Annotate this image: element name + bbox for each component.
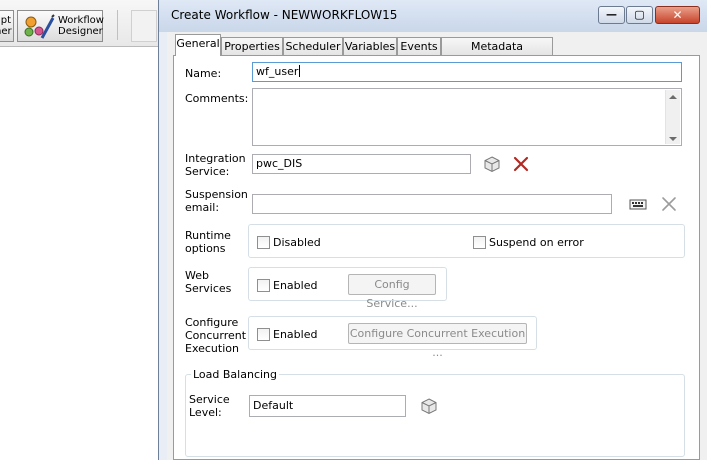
disabled-checkbox[interactable]: [257, 236, 270, 249]
name-label: Name:: [185, 67, 222, 80]
close-icon: ✕: [672, 8, 683, 22]
workflow-designer-line-2: Designer: [58, 26, 103, 37]
suspend-on-error-checkbox[interactable]: [473, 236, 486, 249]
web-services-label-line-1: Web: [185, 269, 209, 282]
background-app: pt ner Workflow Designer: [0, 0, 160, 460]
comments-scrollbar[interactable]: [665, 90, 680, 144]
cube-icon: [421, 398, 437, 415]
concurrent-label-line-2: Concurrent: [185, 329, 247, 342]
concurrent-execution-group: Enabled Configure Concurrent Execution .…: [248, 316, 537, 359]
load-balancing-label: Load Balancing: [191, 368, 279, 381]
name-input[interactable]: wf_user: [252, 62, 682, 82]
keyboard-icon: [629, 199, 647, 210]
suspension-email-input[interactable]: [252, 194, 612, 214]
concurrent-enabled-checkbox[interactable]: [257, 328, 270, 341]
runtime-options-label-line-1: Runtime: [185, 229, 231, 242]
service-level-value: Default: [253, 399, 294, 412]
tab-properties[interactable]: Properties: [221, 37, 283, 55]
create-workflow-dialog: Create Workflow - NEWWORKFLOW15 — ▢ ✕ Ge…: [158, 0, 707, 460]
background-toolbar: pt ner Workflow Designer: [0, 0, 160, 47]
dialog-titlebar[interactable]: Create Workflow - NEWWORKFLOW15 — ▢ ✕: [159, 0, 707, 32]
tab-scheduler[interactable]: Scheduler: [283, 37, 343, 55]
load-balancing-group: Load Balancing Service Level: Default: [185, 369, 685, 457]
web-services-enabled-checkbox[interactable]: [257, 279, 270, 292]
dialog-title: Create Workflow - NEWWORKFLOW15: [171, 8, 398, 22]
comments-label: Comments:: [185, 92, 249, 105]
clear-service-button[interactable]: [509, 154, 533, 174]
suspend-on-error-label: Suspend on error: [489, 236, 584, 249]
runtime-options-group: Disabled Suspend on error: [248, 224, 685, 258]
concurrent-enabled-label: Enabled: [273, 328, 318, 341]
web-services-label-line-2: Services: [185, 282, 232, 295]
workflow-designer-icon: [24, 14, 55, 39]
web-services-enabled-label: Enabled: [273, 279, 318, 292]
integration-service-label-line-2: Service:: [185, 165, 230, 178]
tab-variables[interactable]: Variables: [343, 37, 397, 55]
text-cursor: [299, 65, 301, 77]
maximize-button[interactable]: ▢: [626, 6, 653, 24]
web-services-group: Enabled Config Service...: [248, 267, 447, 310]
cube-icon: [484, 156, 500, 173]
integration-service-input[interactable]: pwc_DIS: [252, 154, 471, 174]
service-level-label-line-2: Level:: [189, 406, 222, 419]
dialog-client-area: General Properties Scheduler Variables E…: [167, 32, 707, 460]
tab-events[interactable]: Events: [397, 37, 441, 55]
close-button[interactable]: ✕: [655, 6, 700, 24]
toolbar-partial-button[interactable]: pt ner: [0, 10, 14, 42]
suspension-email-label-line-1: Suspension: [185, 188, 248, 201]
browse-service-level-button[interactable]: [417, 396, 441, 416]
maximize-icon: ▢: [634, 8, 645, 21]
clear-email-button[interactable]: [657, 194, 681, 214]
edit-email-button[interactable]: [626, 194, 650, 214]
integration-service-label-line-1: Integration: [185, 152, 246, 165]
suspension-email-label-line-2: email:: [185, 201, 220, 214]
disabled-label: Disabled: [273, 236, 321, 249]
toolbar-separator: [117, 10, 118, 40]
concurrent-label-line-1: Configure: [185, 316, 239, 329]
runtime-options-label-line-2: options: [185, 242, 226, 255]
partial-button-line-1: pt: [0, 15, 11, 26]
tab-metadata-extensions[interactable]: Metadata Extensions: [441, 37, 553, 70]
minimize-icon: —: [606, 8, 617, 21]
delete-x-icon: [662, 197, 676, 211]
integration-service-value: pwc_DIS: [256, 157, 303, 170]
general-tab-panel: Name: wf_user Comments: Integration Serv…: [173, 55, 700, 460]
workflow-designer-line-1: Workflow: [58, 15, 104, 26]
name-value: wf_user: [256, 65, 299, 78]
workflow-designer-button[interactable]: Workflow Designer: [17, 10, 104, 42]
partial-button-line-2: ner: [0, 26, 12, 37]
config-service-button[interactable]: Config Service...: [348, 274, 436, 310]
configure-concurrent-execution-button[interactable]: Configure Concurrent Execution ...: [348, 323, 527, 359]
toolbar-blank-button[interactable]: [131, 10, 157, 42]
service-level-label-line-1: Service: [189, 393, 230, 406]
service-level-input[interactable]: Default: [249, 395, 406, 417]
tab-general[interactable]: General: [175, 34, 221, 56]
browse-service-button[interactable]: [480, 154, 504, 174]
concurrent-label-line-3: Execution: [185, 342, 239, 355]
comments-textarea[interactable]: [252, 88, 682, 146]
minimize-button[interactable]: —: [598, 6, 625, 24]
delete-x-icon: [513, 156, 529, 172]
scroll-arrows-icon: [669, 95, 677, 141]
